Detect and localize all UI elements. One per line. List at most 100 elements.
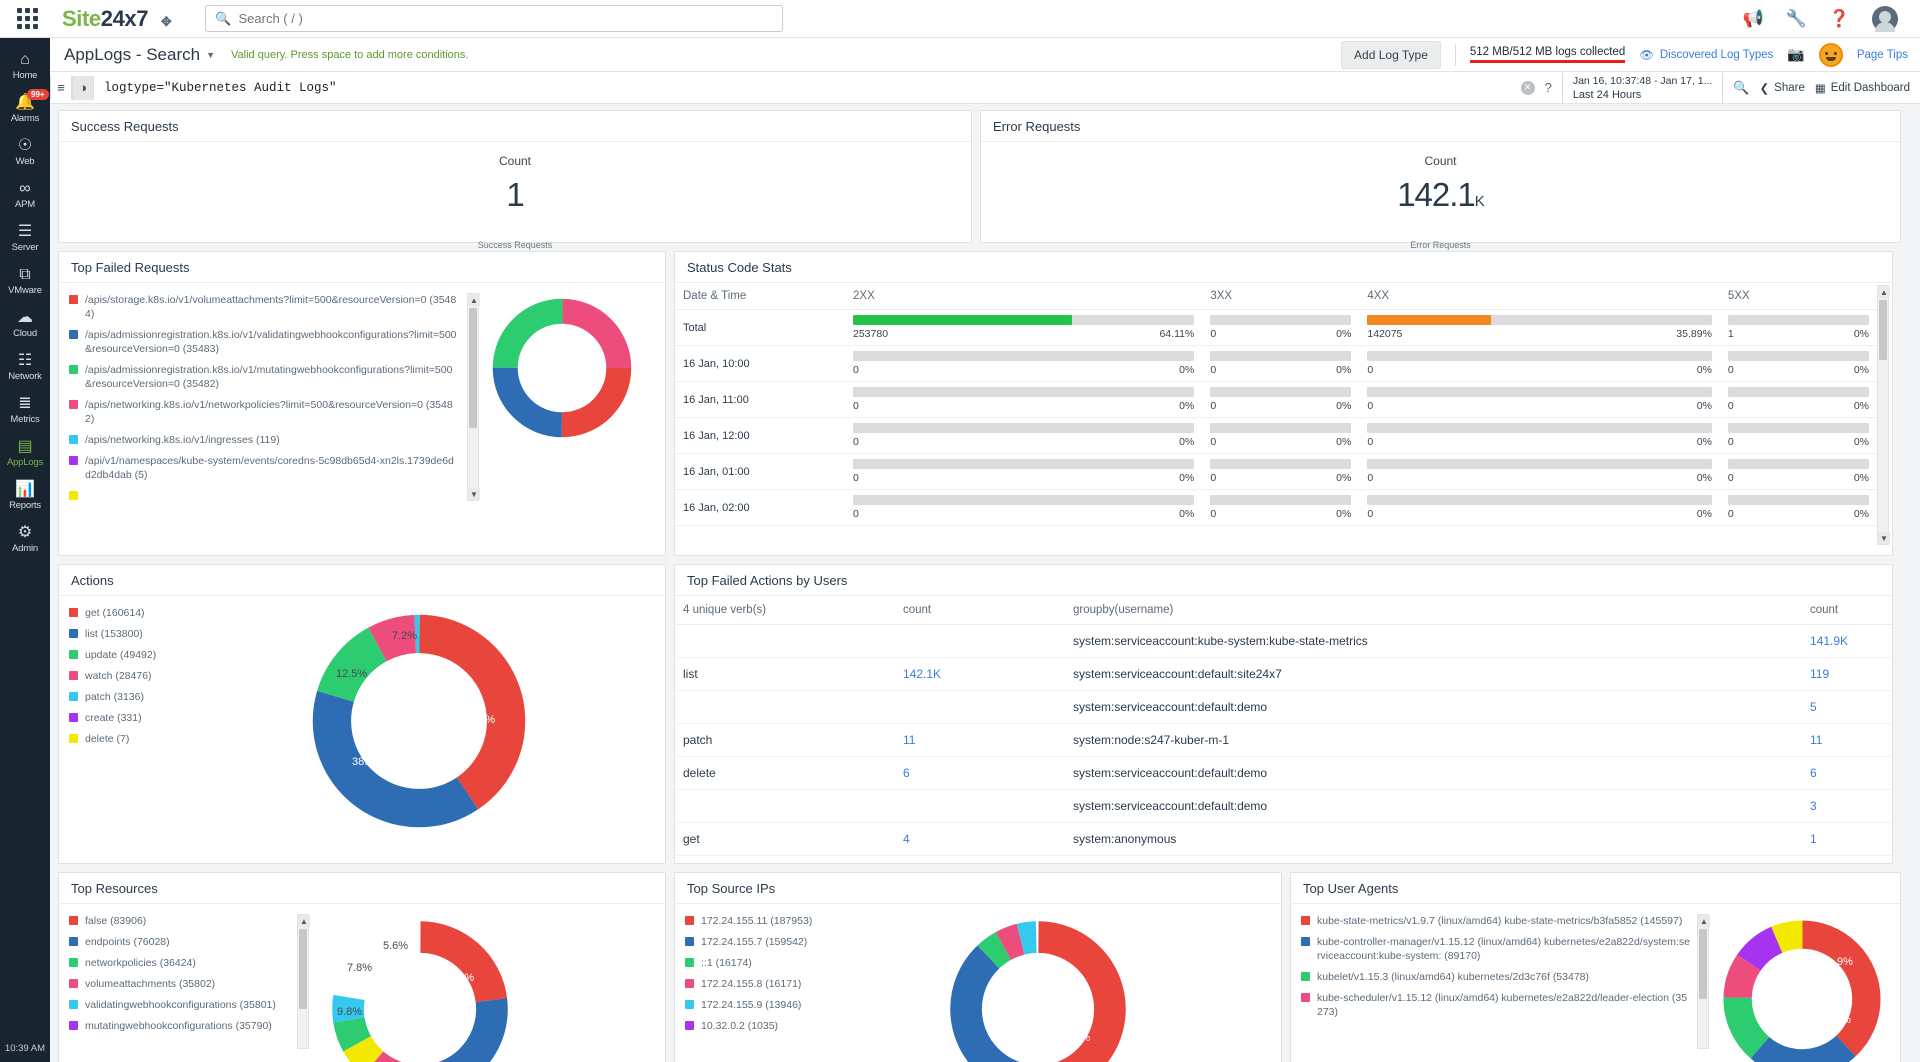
- sidebar-item-cloud[interactable]: ☁ Cloud: [0, 302, 50, 345]
- scroll-up-icon[interactable]: ▲: [298, 915, 310, 927]
- share-button[interactable]: ❮ Share: [1760, 81, 1805, 95]
- sidebar-item-web[interactable]: ☉ Web: [0, 130, 50, 173]
- legend-item[interactable]: endpoints (76028): [69, 935, 291, 949]
- legend-item[interactable]: 172.24.155.7 (159542): [685, 935, 907, 949]
- table-row[interactable]: 16 Jan, 01:00 0 0% 0 0% 0 0% 0 0%: [675, 453, 1877, 490]
- page-tips-link[interactable]: Page Tips: [1857, 49, 1908, 61]
- legend-item[interactable]: /apis/networking.k8s.io/v1/networkpolici…: [69, 398, 459, 426]
- legend-item[interactable]: kubelet/v1.15.3 (linux/amd64) kubernetes…: [1301, 970, 1691, 984]
- row-count[interactable]: [895, 624, 1065, 658]
- date-range-picker[interactable]: Jan 16, 10:37:48 - Jan 17, 1... Last 24 …: [1561, 72, 1724, 103]
- edit-dashboard-button[interactable]: ▦ Edit Dashboard: [1815, 81, 1910, 95]
- table-row[interactable]: 16 Jan, 11:00 0 0% 0 0% 0 0% 0 0%: [675, 381, 1877, 418]
- sidebar-item-apm[interactable]: ∞ APM: [0, 173, 50, 216]
- query-text[interactable]: logtype="Kubernetes Audit Logs": [104, 81, 337, 95]
- sidebar-item-metrics[interactable]: ≣ Metrics: [0, 388, 50, 431]
- legend-item[interactable]: watch (28476): [69, 669, 284, 683]
- sidebar-item-server[interactable]: ☰ Server: [0, 216, 50, 259]
- legend-item[interactable]: mutatingwebhookconfigurations (35790): [69, 1019, 291, 1033]
- table-row[interactable]: patch 11 system:node:s247-kuber-m-1 11: [675, 723, 1892, 757]
- legend-item[interactable]: kube-controller-manager/v1.15.12 (linux/…: [1301, 935, 1691, 963]
- sidebar-item-vmware[interactable]: ⧉ VMware: [0, 259, 50, 302]
- discovered-log-types-link[interactable]: 👁 Discovered Log Types: [1639, 48, 1773, 62]
- legend-item[interactable]: create (331): [69, 711, 284, 725]
- legend-item[interactable]: patch (3136): [69, 690, 284, 704]
- legend-item[interactable]: 172.24.155.8 (16171): [685, 977, 907, 991]
- scroll-thumb[interactable]: [469, 308, 477, 428]
- scroll-thumb[interactable]: [299, 929, 307, 1009]
- scroll-down-icon[interactable]: ▼: [1878, 532, 1890, 544]
- row-user-count[interactable]: 3: [1802, 789, 1892, 823]
- legend-item[interactable]: get (160614): [69, 606, 284, 620]
- sidebar-item-reports[interactable]: 📊 Reports: [0, 474, 50, 517]
- table-row[interactable]: system:serviceaccount:default:demo 3: [675, 789, 1892, 823]
- table-row[interactable]: list 142.1K system:serviceaccount:default:…: [675, 657, 1892, 691]
- table-row[interactable]: 16 Jan, 12:00 0 0% 0 0% 0 0% 0 0%: [675, 417, 1877, 454]
- sidebar-item-applogs[interactable]: ▤ AppLogs: [0, 431, 50, 474]
- row-user-count[interactable]: 119: [1802, 657, 1892, 691]
- legend-scrollbar[interactable]: ▲ ▼: [467, 293, 480, 501]
- sidebar-item-network[interactable]: ☷ Network: [0, 345, 50, 388]
- avatar[interactable]: [1872, 5, 1898, 32]
- legend-item[interactable]: kube-scheduler/v1.15.12 (linux/amd64) ku…: [1301, 991, 1691, 1019]
- legend-item[interactable]: [69, 489, 459, 500]
- row-user-count[interactable]: 5: [1802, 690, 1892, 724]
- sidebar-item-admin[interactable]: ⚙ Admin: [0, 517, 50, 560]
- table-scrollbar[interactable]: ▲ ▼: [1877, 285, 1890, 545]
- megaphone-icon[interactable]: 📢: [1742, 10, 1763, 27]
- table-row[interactable]: get 4 system:anonymous 1: [675, 822, 1892, 856]
- chart-view-icon[interactable]: ◑: [72, 75, 94, 100]
- table-row[interactable]: system:serviceaccount:default:demo 5: [675, 690, 1892, 724]
- app-launcher-icon[interactable]: [14, 6, 40, 32]
- snapshot-icon[interactable]: 📷: [1787, 46, 1804, 63]
- scroll-down-icon[interactable]: ▼: [468, 488, 480, 500]
- legend-item[interactable]: update (49492): [69, 648, 284, 662]
- row-user-count[interactable]: 1: [1802, 822, 1892, 856]
- row-count[interactable]: 142.1K: [895, 657, 1065, 691]
- table-row[interactable]: 16 Jan, 02:00 0 0% 0 0% 0 0% 0 0%: [675, 489, 1877, 526]
- legend-item[interactable]: 172.24.155.9 (13946): [685, 998, 907, 1012]
- search-input[interactable]: [238, 11, 774, 26]
- wrench-icon[interactable]: 🔧: [1786, 10, 1807, 27]
- scroll-up-icon[interactable]: ▲: [1698, 915, 1710, 927]
- row-user-count[interactable]: 11: [1802, 723, 1892, 757]
- legend-scrollbar[interactable]: ▲: [297, 914, 310, 1049]
- help-icon[interactable]: ❓: [1829, 10, 1850, 27]
- chevron-down-icon[interactable]: ▼: [206, 50, 215, 60]
- legend-item[interactable]: /apis/networking.k8s.io/v1/ingresses (11…: [69, 433, 459, 447]
- row-count[interactable]: [895, 690, 1065, 724]
- list-view-icon[interactable]: ≡: [50, 75, 72, 100]
- table-row[interactable]: delete 6 system:serviceaccount:default:dem…: [675, 756, 1892, 790]
- legend-item[interactable]: 172.24.155.11 (187953): [685, 914, 907, 928]
- scroll-up-icon[interactable]: ▲: [468, 294, 480, 306]
- row-user-count[interactable]: 6: [1802, 756, 1892, 790]
- legend-item[interactable]: /api/v1/namespaces/kube-system/events/co…: [69, 454, 459, 482]
- legend-item[interactable]: 10.32.0.2 (1035): [685, 1019, 907, 1033]
- legend-item[interactable]: /apis/admissionregistration.k8s.io/v1/mu…: [69, 363, 459, 391]
- legend-item[interactable]: volumeattachments (35802): [69, 977, 291, 991]
- add-log-type-button[interactable]: Add Log Type: [1341, 40, 1441, 69]
- row-count[interactable]: 6: [895, 756, 1065, 790]
- legend-item[interactable]: kube-state-metrics/v1.9.7 (linux/amd64) …: [1301, 914, 1691, 928]
- sidebar-item-home[interactable]: ⌂ Home: [0, 44, 50, 87]
- legend-item[interactable]: delete (7): [69, 732, 284, 746]
- legend-item[interactable]: ::1 (16174): [685, 956, 907, 970]
- legend-item[interactable]: /apis/storage.k8s.io/v1/volumeattachment…: [69, 293, 459, 321]
- table-row[interactable]: Total 253780 64.11% 0 0% 142075 35.89% 1 0%: [675, 309, 1877, 346]
- legend-item[interactable]: list (153800): [69, 627, 284, 641]
- expand-icon[interactable]: ✥: [161, 14, 172, 29]
- global-search[interactable]: 🔍: [205, 5, 784, 32]
- legend-item[interactable]: validatingwebhookconfigurations (35801): [69, 998, 291, 1012]
- feedback-face-icon[interactable]: [1818, 42, 1843, 67]
- scroll-thumb[interactable]: [1699, 929, 1707, 999]
- table-row[interactable]: 16 Jan, 10:00 0 0% 0 0% 0 0% 0 0%: [675, 345, 1877, 382]
- query-help-icon[interactable]: ?: [1545, 80, 1552, 95]
- row-count[interactable]: 11: [895, 723, 1065, 757]
- row-user-count[interactable]: 141.9K: [1802, 624, 1892, 658]
- scroll-up-icon[interactable]: ▲: [1878, 286, 1890, 298]
- legend-item[interactable]: networkpolicies (36424): [69, 956, 291, 970]
- search-submit-icon[interactable]: 🔍: [1733, 80, 1749, 96]
- scroll-thumb[interactable]: [1879, 300, 1887, 360]
- row-count[interactable]: 4: [895, 822, 1065, 856]
- brand-logo[interactable]: Site24x7 ✥: [62, 6, 172, 32]
